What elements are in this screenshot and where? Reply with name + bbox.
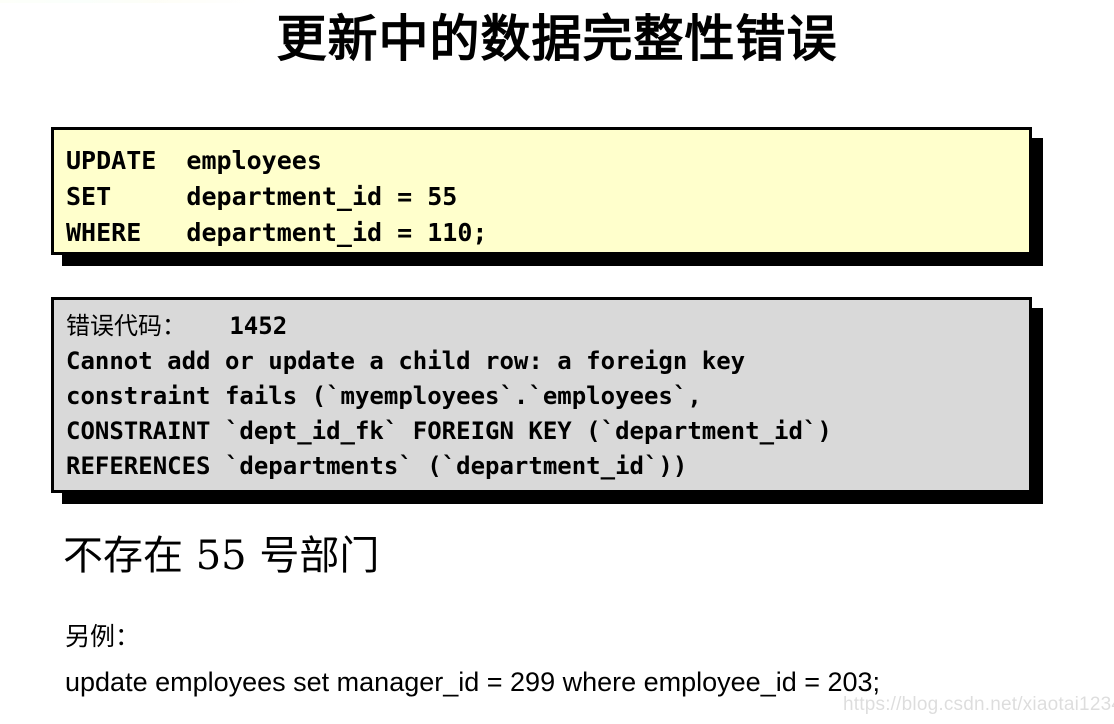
- error-line-2: constraint fails (`myemployees`.`employe…: [66, 382, 702, 410]
- error-message-box: 错误代码： 1452 Cannot add or update a child …: [51, 297, 1032, 493]
- watermark-text: https://blog.csdn.net/xiaotai1234: [843, 694, 1114, 715]
- explanation-text: 不存在 55 号部门: [63, 533, 380, 579]
- error-code-label: 错误代码：: [66, 312, 186, 340]
- another-example-label: 另例：: [65, 622, 141, 651]
- sql-line-update: UPDATE employees: [66, 146, 322, 175]
- slide-canvas: 更新中的数据完整性错误 UPDATE employees SET departm…: [0, 0, 1114, 724]
- error-code-value: 1452: [186, 312, 288, 340]
- page-title: 更新中的数据完整性错误: [276, 10, 838, 68]
- another-example-sql: update employees set manager_id = 299 wh…: [65, 667, 881, 697]
- sql-statement-box: UPDATE employees SET department_id = 55 …: [51, 127, 1032, 255]
- error-line-1: Cannot add or update a child row: a fore…: [66, 347, 746, 375]
- scan-artifact-strip: [0, 0, 260, 3]
- error-code-row: 错误代码： 1452: [66, 309, 1029, 344]
- sql-line-where: WHERE department_id = 110;: [66, 218, 488, 247]
- sql-line-set: SET department_id = 55: [66, 182, 458, 211]
- error-line-3: CONSTRAINT `dept_id_fk` FOREIGN KEY (`de…: [66, 417, 832, 445]
- error-line-4: REFERENCES `departments` (`department_id…: [66, 452, 688, 480]
